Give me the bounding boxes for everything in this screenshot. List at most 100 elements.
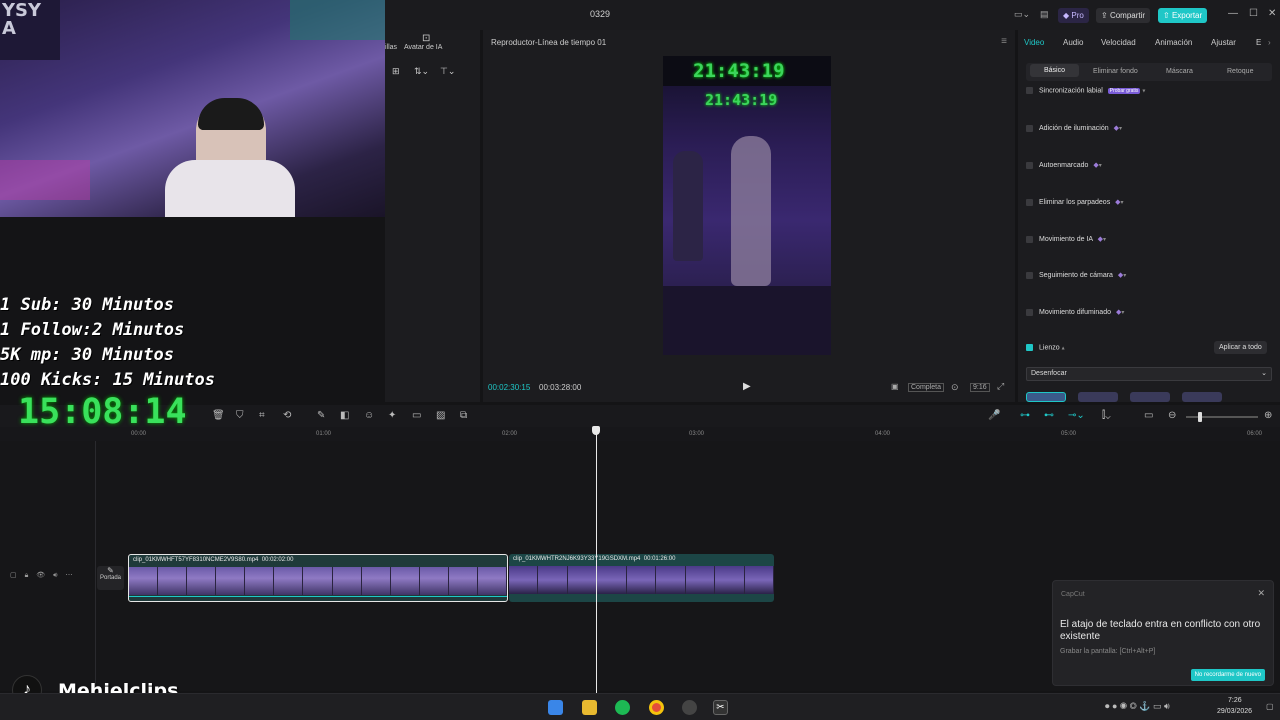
person-icon[interactable]: ☺ — [364, 410, 374, 421]
windows-start-icon[interactable] — [548, 700, 563, 715]
prop-flicker[interactable]: Eliminar los parpadeos ◆▾ — [1026, 198, 1274, 212]
clip-1[interactable]: clip_01KMWHFT57YF8310NCME2V9S80.mp4 00:0… — [128, 554, 508, 602]
export-button[interactable]: ⇧ Exportar — [1158, 8, 1208, 23]
snap-icon[interactable]: ⊷ — [1044, 410, 1054, 421]
play-icon[interactable]: ▶ — [743, 381, 751, 392]
chevron-down-icon[interactable]: ▾ — [1103, 237, 1106, 243]
tab-avatar[interactable]: Avatar de IA — [404, 44, 442, 51]
checkbox[interactable] — [1026, 124, 1033, 132]
speaker-icon[interactable]: 🔊︎ — [53, 572, 57, 579]
notification-icon[interactable]: ▢ — [1266, 702, 1274, 711]
menu-icon[interactable]: ≡ — [1001, 36, 1007, 47]
magic-icon[interactable]: ✦ — [388, 410, 396, 421]
checkbox[interactable] — [1026, 271, 1033, 279]
tab-more[interactable]: E — [1256, 38, 1261, 47]
edit-icon[interactable]: ✎ — [317, 410, 325, 421]
chevron-down-icon[interactable]: ▾ — [1121, 310, 1124, 316]
obs-icon[interactable] — [682, 700, 697, 715]
close-icon[interactable]: ✕ — [1268, 8, 1276, 19]
chevron-down-icon[interactable]: ▾ — [1119, 126, 1122, 132]
subtab-mascara[interactable]: Máscara — [1166, 68, 1193, 75]
spotify-icon[interactable] — [615, 700, 630, 715]
playhead[interactable] — [596, 427, 597, 693]
shield-icon[interactable]: ⛉ — [236, 410, 244, 421]
filter-icon[interactable]: ⊤⌄ — [440, 66, 455, 77]
prop-lighting[interactable]: Adición de iluminación ◆▾ — [1026, 124, 1274, 138]
image-icon[interactable]: ▨ — [436, 410, 445, 421]
clip-2[interactable]: clip_01KMWHTR2NJ6K93Y33Y19GSDXM.mp4 00:0… — [509, 554, 774, 602]
tab-animacion[interactable]: Animación — [1155, 38, 1192, 47]
microphone-icon[interactable]: 🎤 — [988, 410, 1000, 421]
mirror-icon[interactable]: ◧ — [340, 410, 349, 421]
close-icon[interactable]: ✕ — [1257, 588, 1265, 599]
more-icon[interactable]: ⋯ — [65, 572, 72, 579]
checkbox[interactable] — [1026, 198, 1033, 206]
checkbox[interactable] — [1026, 87, 1033, 94]
delete-icon[interactable]: 🗑 — [212, 410, 225, 421]
video-preview[interactable]: 21:43:19 21:43:19 — [663, 56, 831, 355]
subtab-eliminar-fondo[interactable]: Eliminar fondo — [1093, 68, 1138, 75]
prop-ai-motion[interactable]: Movimiento de IA ◆▾ — [1026, 235, 1274, 249]
layout-icon[interactable]: ▭⌄ — [1014, 9, 1030, 20]
blur-option-1[interactable] — [1026, 392, 1066, 402]
grid-icon[interactable]: ⊞ — [392, 66, 400, 77]
cover-button[interactable]: ✎ Portada — [97, 566, 124, 590]
pro-button[interactable]: ◆ Pro — [1058, 8, 1089, 23]
zoom-in-icon[interactable]: ⊕ — [1264, 410, 1272, 421]
prop-motion-blur[interactable]: Movimiento difuminado ◆▾ — [1026, 308, 1274, 322]
blur-select[interactable]: Desenfocar ⌄ — [1026, 367, 1272, 381]
track-visibility-icon[interactable]: ▢ — [10, 572, 17, 579]
chevron-down-icon[interactable]: ▾ — [1099, 163, 1102, 169]
tab-velocidad[interactable]: Velocidad — [1101, 38, 1136, 47]
blur-option-3[interactable] — [1130, 392, 1170, 402]
subtab-basico[interactable]: Básico — [1030, 64, 1080, 77]
prop-camera-tracking[interactable]: Seguimiento de cámara ◆▾ — [1026, 271, 1274, 285]
tab-audio[interactable]: Audio — [1063, 38, 1083, 47]
minimize-icon[interactable]: — — [1228, 8, 1238, 19]
waveform-icon[interactable]: ⧉ — [460, 410, 467, 421]
checkbox-checked[interactable] — [1026, 344, 1033, 351]
file-explorer-icon[interactable] — [582, 700, 597, 715]
crop-icon[interactable]: ⌗ — [259, 410, 265, 421]
share-button[interactable]: ⇪ Compartir — [1096, 8, 1151, 23]
ratio-select[interactable]: 9:16 — [970, 383, 990, 392]
tray-icons[interactable]: ⏺ ● ◉ ◎ ⚓ ▭ 🔊︎ — [1105, 701, 1170, 712]
checkbox[interactable] — [1026, 161, 1033, 169]
tab-plantillas[interactable]: illas — [385, 44, 397, 51]
shortcut-icon[interactable]: ▤ — [1040, 9, 1049, 20]
dont-remind-button[interactable]: No recordarme de nuevo — [1190, 669, 1265, 681]
checkbox[interactable] — [1026, 235, 1033, 243]
blur-option-2[interactable] — [1078, 392, 1118, 402]
split-icon[interactable]: ⫿⌄ — [1102, 410, 1111, 421]
magnet-icon[interactable]: ⊸⌄ — [1068, 410, 1085, 421]
prop-autoframe[interactable]: Autoenmarcado ◆▾ — [1026, 161, 1274, 175]
chevron-right-icon[interactable]: › — [1268, 38, 1271, 47]
lock-icon[interactable]: 🔒︎ — [25, 572, 29, 579]
caption-icon[interactable]: ▭ — [1144, 410, 1153, 421]
fullscreen-icon[interactable]: ⤢ — [997, 381, 1004, 392]
subtab-retoque[interactable]: Retoque — [1227, 68, 1253, 75]
timeline-ruler[interactable]: 00:00 01:00 02:00 03:00 04:00 05:00 06:0… — [0, 427, 1280, 441]
chevron-up-icon[interactable]: ▴ — [1062, 345, 1065, 351]
zoom-slider[interactable] — [1186, 416, 1258, 418]
blur-option-4[interactable] — [1182, 392, 1222, 402]
tab-video[interactable]: Video — [1024, 38, 1044, 47]
reverse-icon[interactable]: ⟲ — [283, 410, 291, 421]
capcut-icon[interactable]: ✂ — [713, 700, 728, 715]
chevron-down-icon[interactable]: ▾ — [1123, 273, 1126, 279]
playhead-handle[interactable] — [592, 426, 600, 435]
quality-select[interactable]: Completa — [908, 383, 944, 392]
sort-icon[interactable]: ⇅⌄ — [414, 66, 429, 77]
chevron-down-icon[interactable]: ▾ — [1121, 200, 1124, 206]
zoom-out-icon[interactable]: ⊖ — [1168, 410, 1176, 421]
chevron-down-icon[interactable]: ▾ — [1142, 88, 1145, 94]
checkbox[interactable] — [1026, 308, 1033, 316]
maximize-icon[interactable]: ☐ — [1249, 8, 1258, 19]
tab-ajustar[interactable]: Ajustar — [1211, 38, 1236, 47]
eye-icon[interactable]: 👁︎ — [36, 572, 45, 579]
fit-icon[interactable]: ▣ — [891, 382, 899, 391]
apply-all-button[interactable]: Aplicar a todo — [1214, 341, 1267, 354]
chrome-icon[interactable] — [649, 700, 664, 715]
prop-lip-sync[interactable]: Sincronización labial Probar gratis ▾ — [1026, 87, 1274, 101]
link-icon[interactable]: ⊶ — [1020, 410, 1030, 421]
